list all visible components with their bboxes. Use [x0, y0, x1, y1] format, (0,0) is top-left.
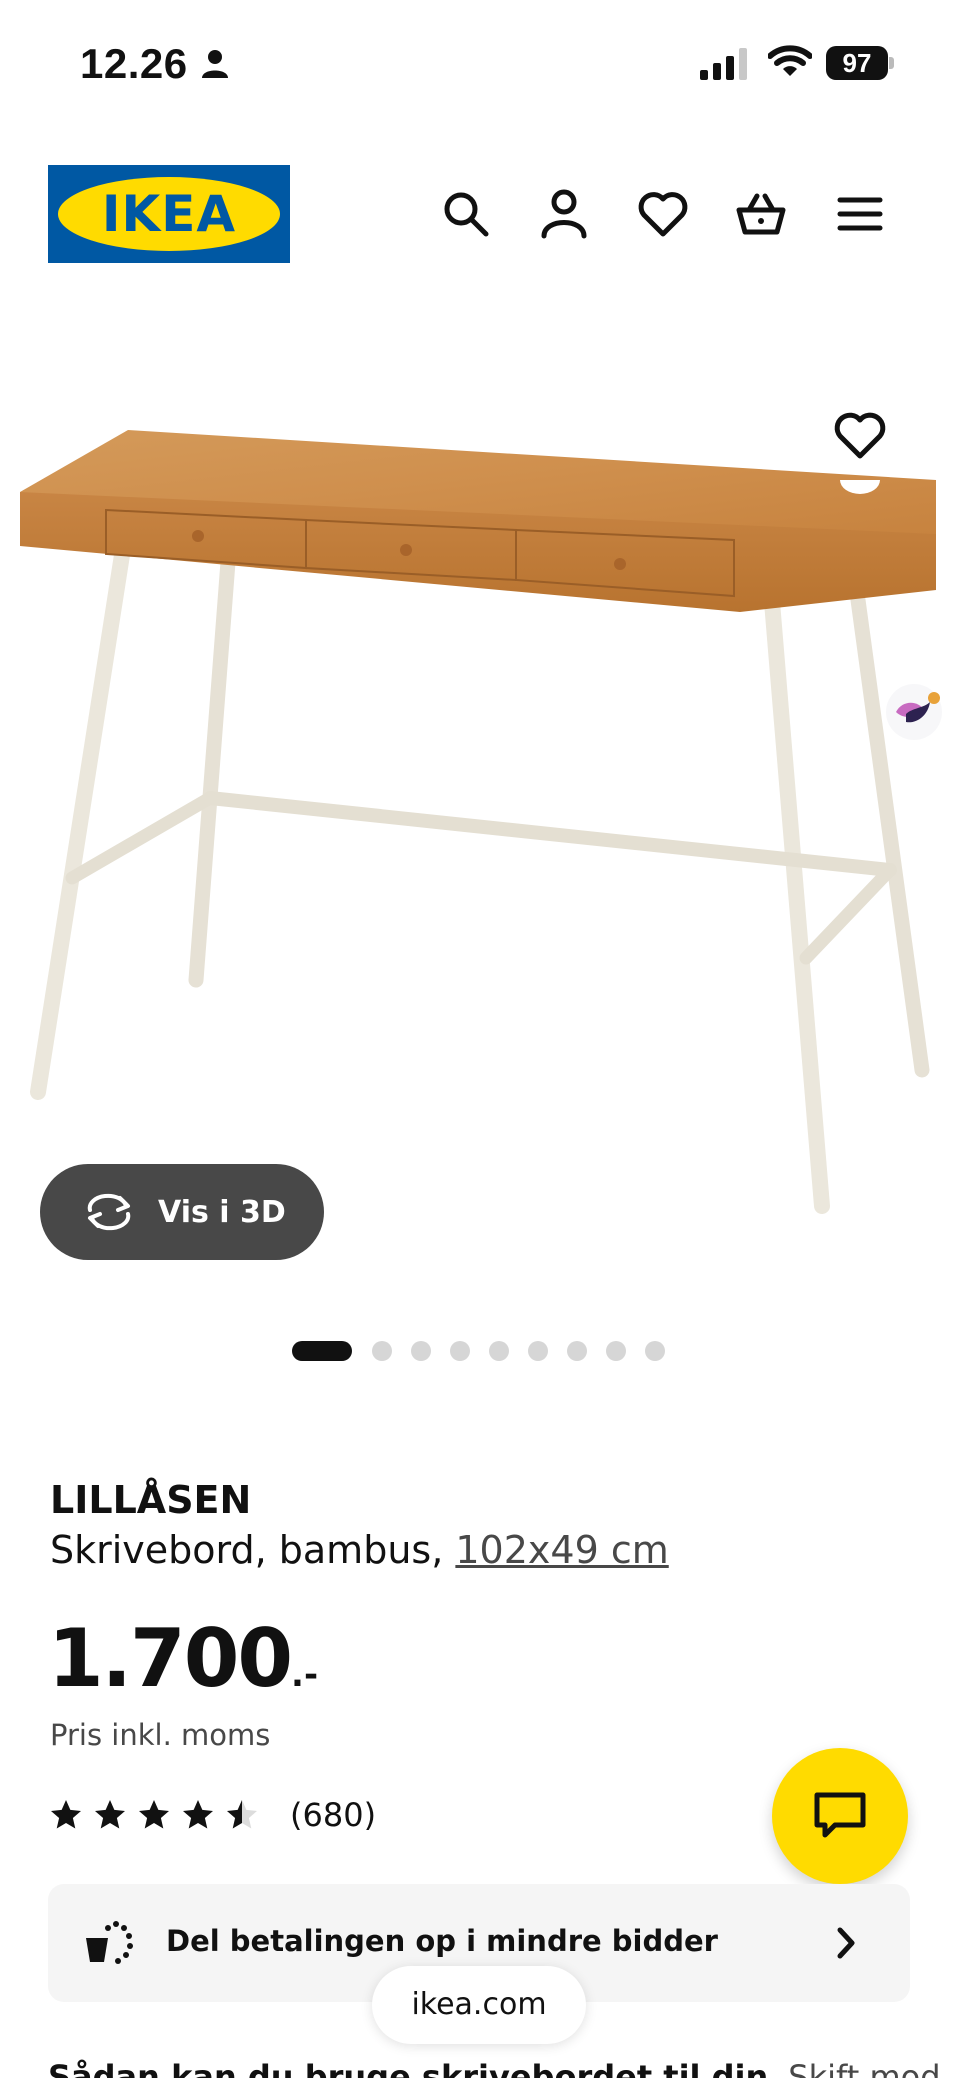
price-amount: 1.700	[48, 1612, 293, 1705]
logo-text: IKEA	[101, 185, 237, 243]
status-bar: 12.26 97	[0, 0, 960, 120]
signal-icon	[700, 48, 747, 80]
chevron-right-icon	[837, 1927, 855, 1959]
pagination-dot[interactable]	[411, 1341, 431, 1361]
product-type: Skrivebord, bambus,	[50, 1528, 456, 1572]
rating-count: (680)	[290, 1796, 377, 1834]
price-note: Pris inkl. moms	[50, 1718, 271, 1752]
assistant-widget-icon[interactable]	[884, 682, 944, 742]
basket-icon[interactable]	[735, 188, 787, 240]
view-3d-label: Vis i 3D	[158, 1194, 286, 1230]
pagination-dot[interactable]	[450, 1341, 470, 1361]
view-3d-button[interactable]: Vis i 3D	[40, 1164, 324, 1260]
product-image[interactable]	[0, 330, 960, 1310]
battery-tip	[889, 57, 894, 69]
favourite-icon[interactable]	[834, 412, 886, 460]
product-description: Skrivebord, bambus, 102x49 cm	[50, 1528, 669, 1572]
ikea-logo[interactable]: IKEA	[48, 165, 290, 263]
battery-indicator: 97	[826, 46, 894, 80]
user-icon[interactable]	[538, 188, 590, 240]
next-section-heading: Sådan kan du bruge skrivebordet til din S…	[48, 2058, 960, 2078]
star-icon	[183, 1800, 213, 1829]
chat-button[interactable]	[772, 1748, 908, 1884]
price-suffix: .-	[291, 1655, 319, 1695]
next-section-link[interactable]: Skift mod	[788, 2058, 940, 2078]
half-star-icon	[227, 1800, 257, 1829]
heart-icon[interactable]	[637, 188, 689, 240]
star-icon	[95, 1800, 125, 1829]
pagination-dot[interactable]	[528, 1341, 548, 1361]
product-price: 1.700.-	[48, 1612, 318, 1705]
browser-url-pill[interactable]: ikea.com	[372, 1966, 586, 2044]
pagination-dot[interactable]	[606, 1341, 626, 1361]
pagination-dot[interactable]	[372, 1341, 392, 1361]
status-time: 12.26	[80, 40, 188, 87]
pagination-dot[interactable]	[645, 1341, 665, 1361]
menu-icon[interactable]	[834, 188, 886, 240]
pagination-dot-active[interactable]	[292, 1341, 352, 1361]
rotate-3d-icon	[87, 1193, 131, 1231]
chat-icon	[814, 1792, 866, 1838]
gallery-pagination	[292, 1340, 684, 1362]
pagination-dot[interactable]	[489, 1341, 509, 1361]
wifi-icon	[768, 45, 812, 76]
star-icon	[51, 1800, 81, 1829]
person-icon	[202, 50, 228, 78]
battery-level: 97	[826, 46, 888, 80]
pagination-dot[interactable]	[567, 1341, 587, 1361]
product-dimensions-link[interactable]: 102x49 cm	[455, 1528, 668, 1572]
product-name: LILLÅSEN	[50, 1478, 252, 1522]
payment-installments-icon	[86, 1921, 133, 1964]
installment-payment-label: Del betalingen op i mindre bidder	[166, 1924, 718, 1958]
next-section-title: Sådan kan du bruge skrivebordet til din	[48, 2058, 769, 2078]
search-icon[interactable]	[440, 188, 492, 240]
product-rating[interactable]: (680)	[48, 1792, 376, 1838]
star-icon	[139, 1800, 169, 1829]
site-header: IKEA	[0, 160, 960, 270]
